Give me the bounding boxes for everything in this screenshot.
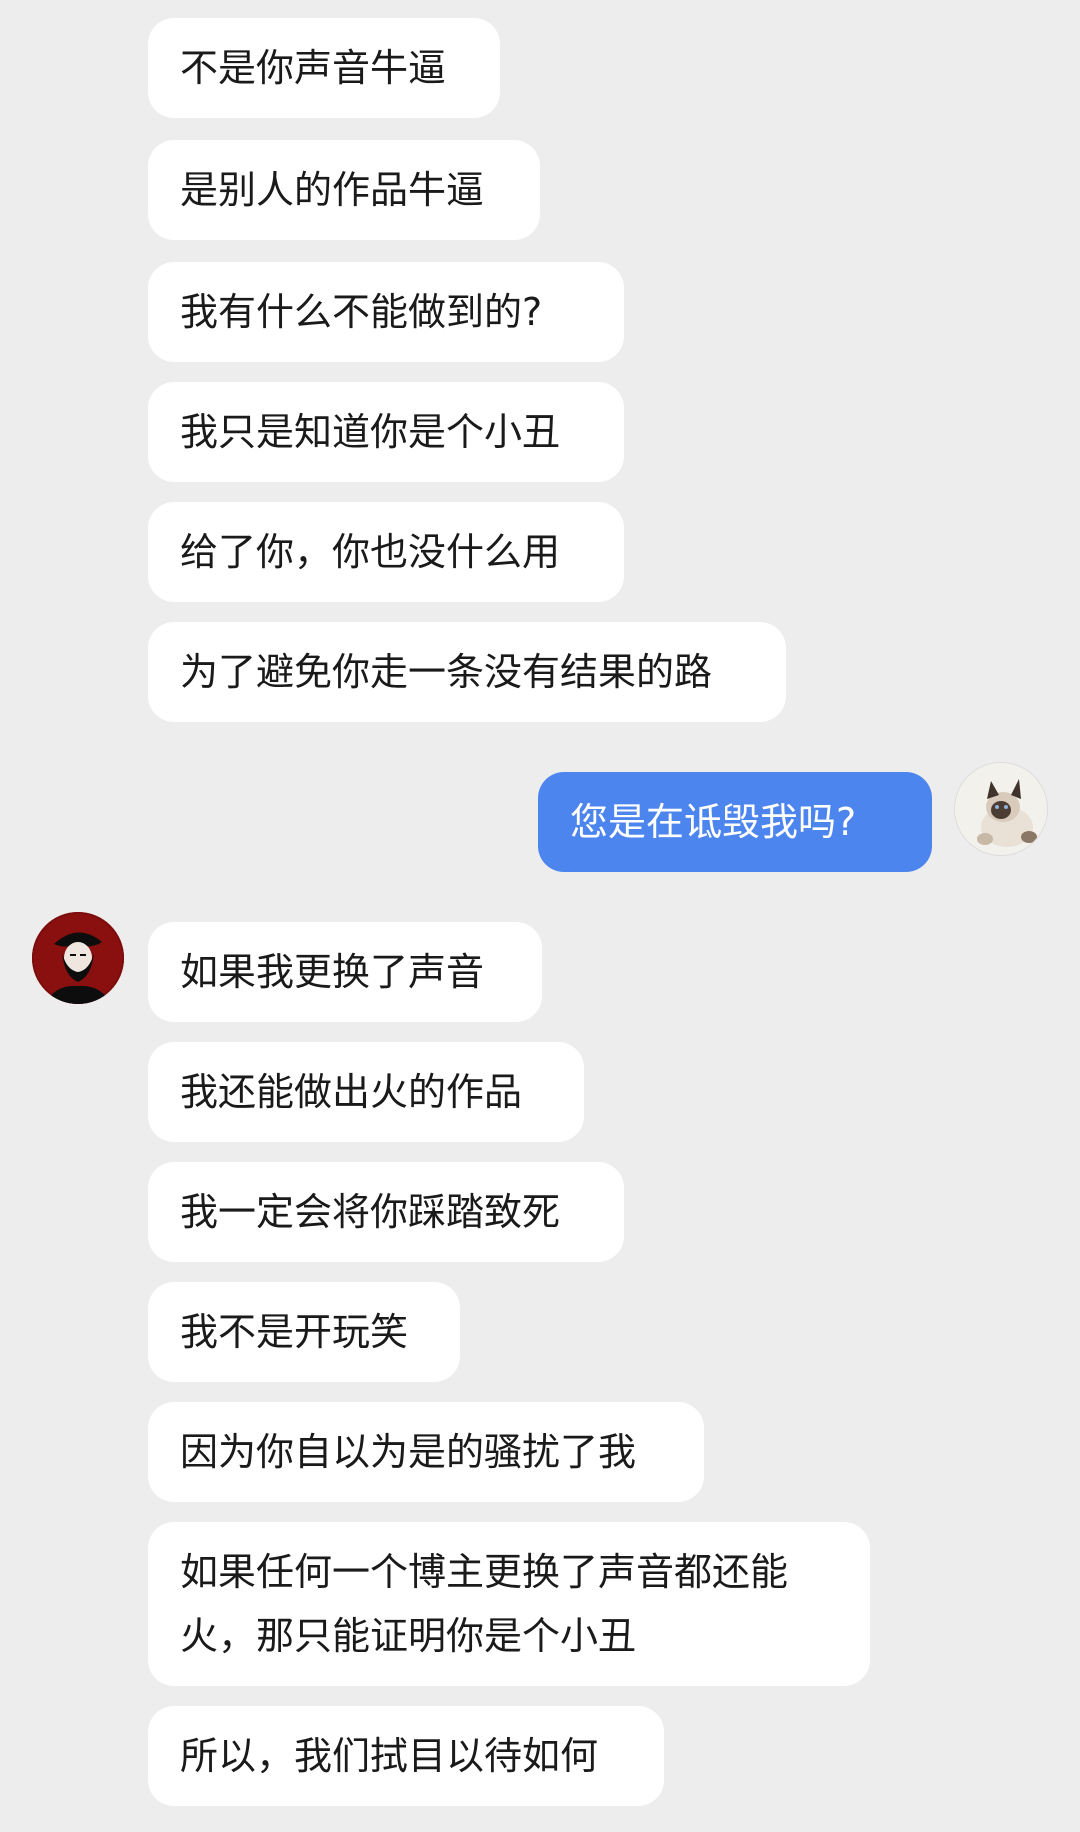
- message-bubble[interactable]: 我还能做出火的作品: [148, 1042, 584, 1142]
- message-bubble[interactable]: 我一定会将你踩踏致死: [148, 1162, 624, 1262]
- portrait-icon: [32, 912, 124, 1004]
- message-bubble[interactable]: 为了避免你走一条没有结果的路: [148, 622, 786, 722]
- message-bubble[interactable]: 如果任何一个博主更换了声音都还能 火，那只能证明你是个小丑: [148, 1522, 870, 1686]
- portrait-avatar[interactable]: [32, 912, 124, 1004]
- message-bubble[interactable]: 我只是知道你是个小丑: [148, 382, 624, 482]
- message-bubble[interactable]: 我不是开玩笑: [148, 1282, 460, 1382]
- message-bubble[interactable]: 如果我更换了声音: [148, 922, 542, 1022]
- message-bubble[interactable]: 是别人的作品牛逼: [148, 140, 540, 240]
- chat-conversation: 不是你声音牛逼 是别人的作品牛逼 我有什么不能做到的? 我只是知道你是个小丑 给…: [0, 0, 1080, 1832]
- message-bubble[interactable]: 所以，我们拭目以待如何: [148, 1706, 664, 1806]
- message-bubble[interactable]: 因为你自以为是的骚扰了我: [148, 1402, 704, 1502]
- cat-avatar[interactable]: [954, 762, 1048, 856]
- cat-icon: [955, 763, 1047, 855]
- message-bubble[interactable]: 给了你，你也没什么用: [148, 502, 624, 602]
- message-bubble[interactable]: 不是你声音牛逼: [148, 18, 500, 118]
- self-message-bubble[interactable]: 您是在诋毁我吗?: [538, 772, 932, 872]
- message-bubble[interactable]: 我有什么不能做到的?: [148, 262, 624, 362]
